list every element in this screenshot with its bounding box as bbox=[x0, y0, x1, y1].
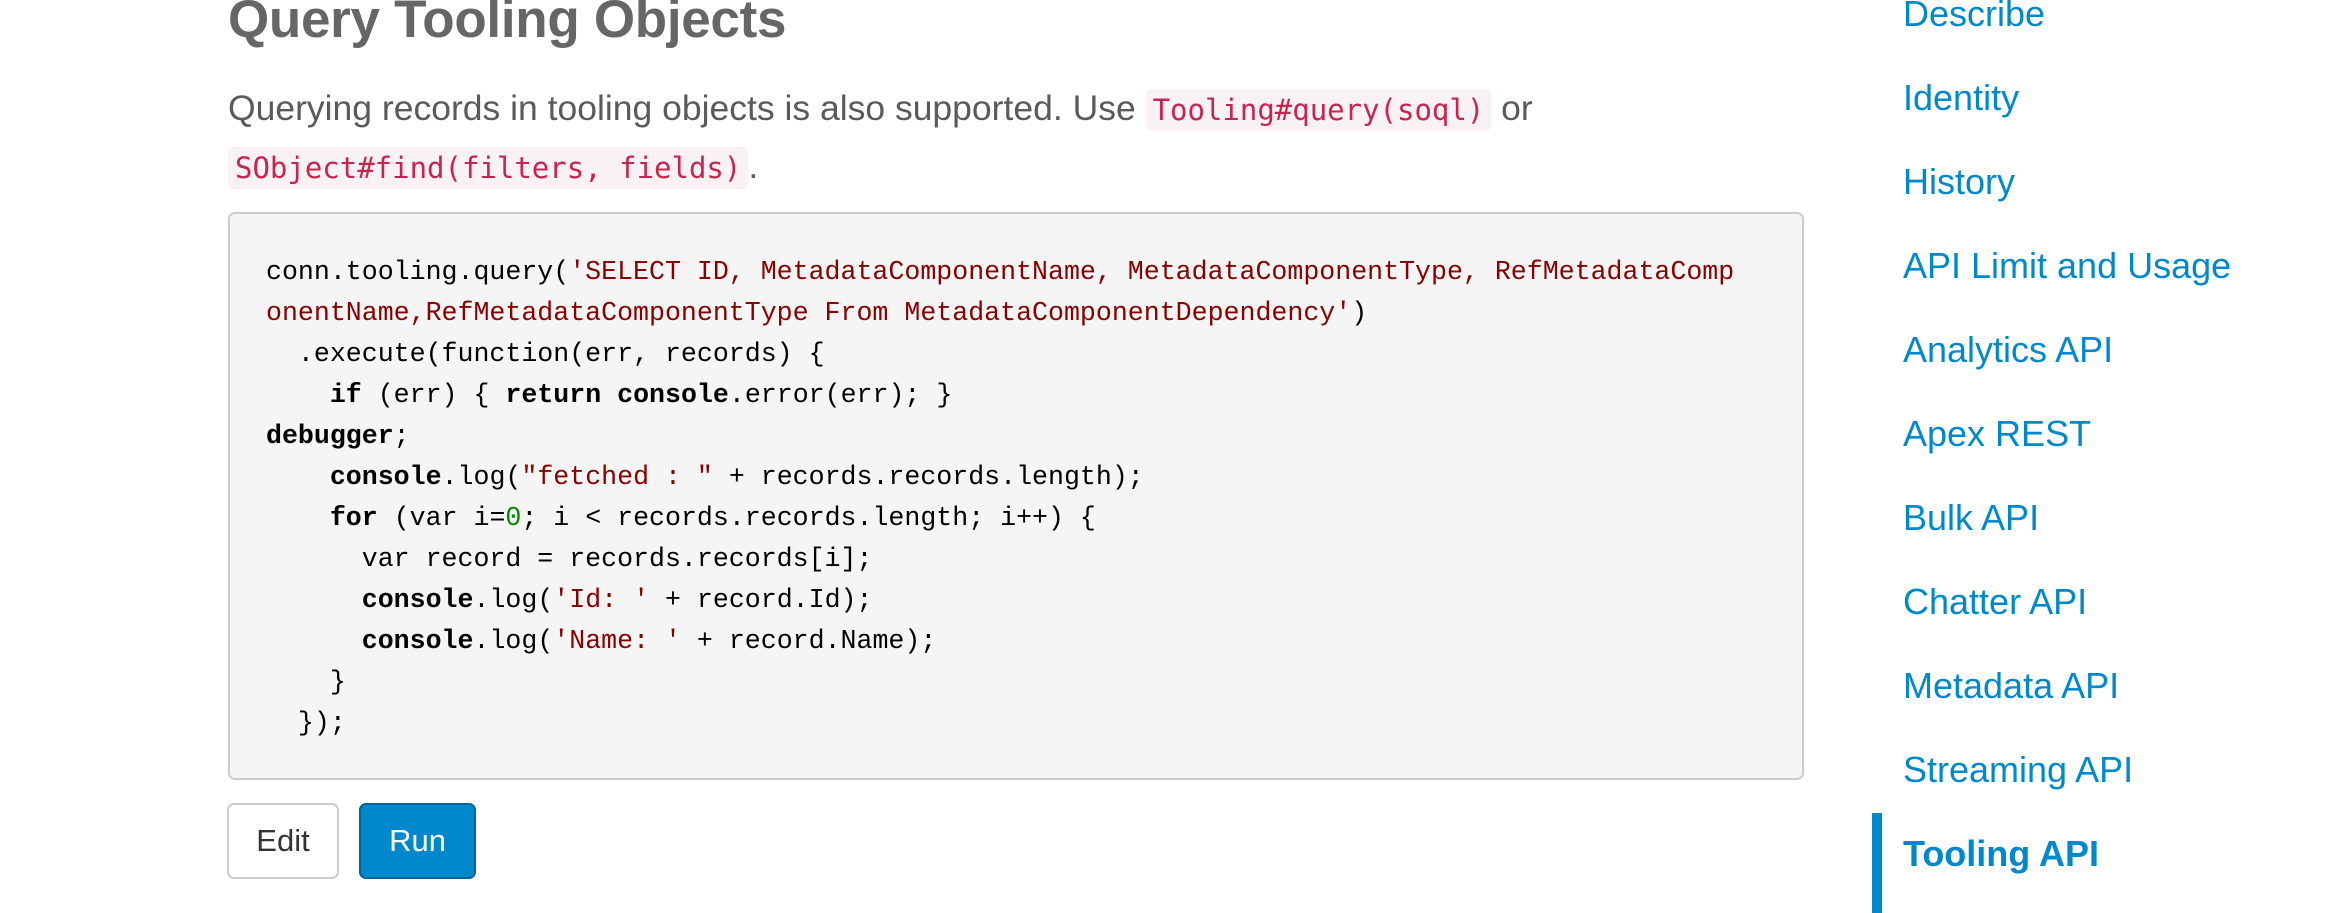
run-button[interactable]: Run bbox=[359, 803, 476, 879]
sidebar-item-bulk-api[interactable]: Bulk API bbox=[1903, 498, 2039, 538]
intro-text-or: or bbox=[1491, 88, 1533, 128]
code-token: .error(err); } bbox=[728, 380, 953, 410]
code-token-kw: console bbox=[617, 380, 729, 410]
code-token: + record.Id); bbox=[649, 585, 873, 615]
code-line: console.log('Name: ' + record.Name); bbox=[266, 621, 1782, 662]
intro-paragraph: Querying records in tooling objects is a… bbox=[228, 80, 1788, 196]
code-token-kw: if bbox=[329, 380, 362, 410]
sidebar-item-history[interactable]: History bbox=[1903, 162, 2015, 202]
code-token: (err) { bbox=[361, 380, 506, 410]
code-token: .execute(function(err, records) { bbox=[266, 339, 825, 369]
sidebar-item-analytics-api[interactable]: Analytics API bbox=[1903, 330, 2113, 370]
code-token: var record = records.records[i]; bbox=[266, 544, 873, 574]
code-token: + record.Name); bbox=[680, 626, 937, 656]
sidebar-item-apex-rest[interactable]: Apex REST bbox=[1903, 414, 2091, 454]
code-line: for (var i=0; i < records.records.length… bbox=[266, 498, 1782, 539]
code-line: if (err) { return console.error(err); } bbox=[266, 375, 1782, 416]
code-token: .log( bbox=[473, 626, 554, 656]
intro-text: Querying records in tooling objects is a… bbox=[228, 88, 1146, 128]
code-token: .log( bbox=[473, 585, 554, 615]
sidebar-item-metadata-api[interactable]: Metadata API bbox=[1903, 666, 2119, 706]
code-token-str: onentName,RefMetadataComponentType From … bbox=[266, 298, 1352, 328]
code-token-str: 'Name: ' bbox=[553, 626, 681, 656]
code-content: conn.tooling.query('SELECT ID, MetadataC… bbox=[266, 252, 1782, 744]
code-token: } bbox=[266, 667, 346, 697]
code-token-kw: for bbox=[329, 503, 378, 533]
intro-text-end: . bbox=[748, 146, 759, 186]
code-token-kw: return bbox=[505, 380, 602, 410]
code-editor[interactable]: conn.tooling.query('SELECT ID, MetadataC… bbox=[228, 212, 1804, 780]
code-token: ) bbox=[1351, 298, 1368, 328]
code-line: console.log('Id: ' + record.Id); bbox=[266, 580, 1782, 621]
code-line: onentName,RefMetadataComponentType From … bbox=[266, 293, 1782, 334]
code-line: conn.tooling.query('SELECT ID, MetadataC… bbox=[266, 252, 1782, 293]
code-token-kw: debugger bbox=[266, 421, 394, 451]
code-line: } bbox=[266, 662, 1782, 703]
code-token-kw: console bbox=[361, 626, 474, 656]
sidebar-nav: Describe Identity History API Limit and Usa… bbox=[1872, 0, 2336, 913]
page-title: Query Tooling Objects bbox=[228, 0, 787, 49]
sidebar-item-describe[interactable]: Describe bbox=[1903, 0, 2045, 34]
code-token: (var i= bbox=[377, 503, 506, 533]
code-token: .log( bbox=[441, 462, 522, 492]
code-token-kw: console bbox=[329, 462, 442, 492]
code-token: + records.records.length); bbox=[712, 462, 1144, 492]
code-token: ; i < records.records.length; i++) { bbox=[521, 503, 1096, 533]
code-token: }); bbox=[266, 708, 346, 738]
code-token: ; bbox=[393, 421, 410, 451]
code-token-str: 'SELECT ID, MetadataComponentName, Metad… bbox=[569, 257, 1735, 287]
code-token-num: 0 bbox=[505, 503, 522, 533]
code-line: var record = records.records[i]; bbox=[266, 539, 1782, 580]
active-item-indicator bbox=[1872, 813, 1882, 913]
code-token-kw: console bbox=[361, 585, 474, 615]
code-token-str: 'Id: ' bbox=[553, 585, 650, 615]
sidebar-item-tooling-api[interactable]: Tooling API bbox=[1903, 834, 2099, 874]
sidebar-item-api-limit-and-usage[interactable]: API Limit and Usage bbox=[1903, 246, 2231, 286]
code-line: .execute(function(err, records) { bbox=[266, 334, 1782, 375]
code-token-str: "fetched : " bbox=[521, 462, 713, 492]
code-line: console.log("fetched : " + records.recor… bbox=[266, 457, 1782, 498]
code-token: conn.tooling.query( bbox=[266, 257, 570, 287]
inline-code-tooling-query: Tooling#query(soql) bbox=[1145, 89, 1492, 131]
sidebar-item-chatter-api[interactable]: Chatter API bbox=[1903, 582, 2087, 622]
code-line: }); bbox=[266, 703, 1782, 744]
inline-code-sobject-find: SObject#find(filters, fields) bbox=[228, 147, 749, 189]
sidebar-item-identity[interactable]: Identity bbox=[1903, 78, 2019, 118]
code-line: debugger; bbox=[266, 416, 1782, 457]
edit-button[interactable]: Edit bbox=[227, 803, 339, 879]
sidebar-item-streaming-api[interactable]: Streaming API bbox=[1903, 750, 2133, 790]
